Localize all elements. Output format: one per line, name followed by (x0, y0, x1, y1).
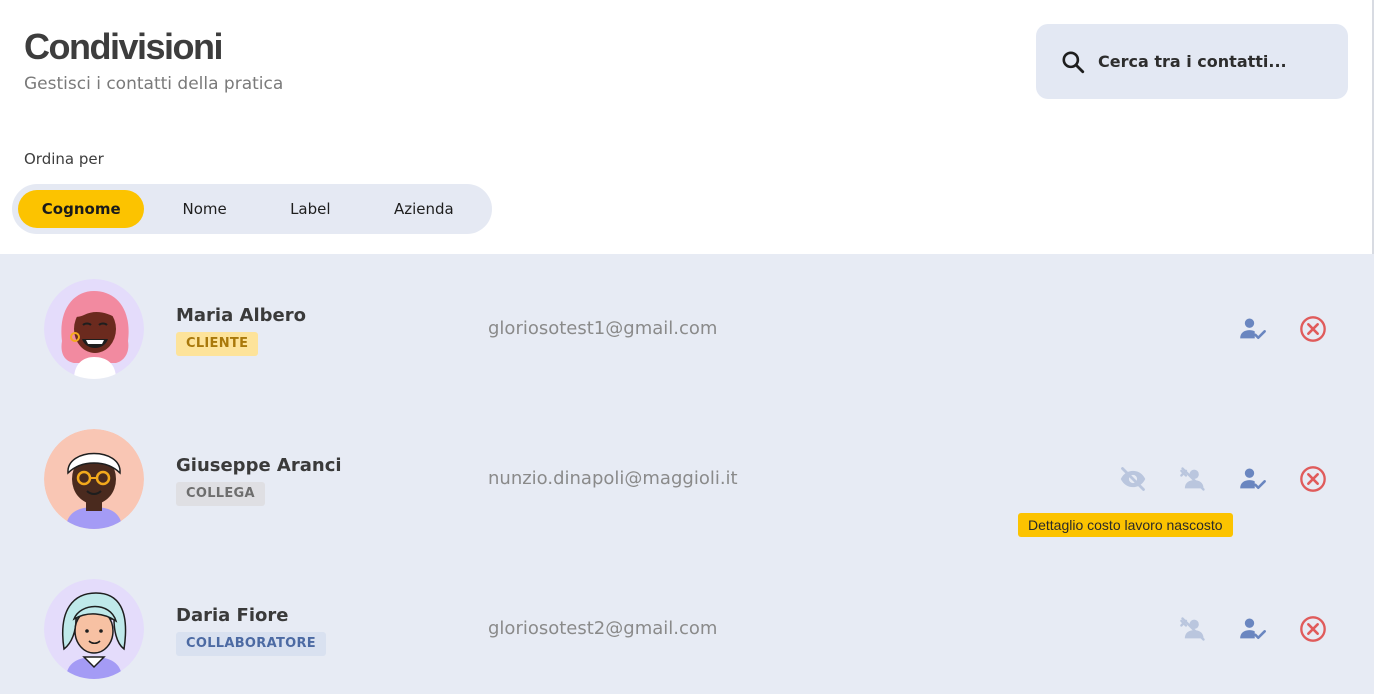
contact-label-badge: CLIENTE (176, 332, 259, 356)
contact-email: nunzio.dinapoli@maggioli.it (488, 468, 738, 489)
person-off-icon[interactable] (1178, 464, 1208, 494)
contacts-list: Maria Albero CLIENTE gloriosotest1@gmail… (0, 254, 1374, 694)
contact-name: Maria Albero (176, 305, 306, 326)
sort-option-cognome[interactable]: Cognome (18, 190, 145, 228)
sort-label: Ordina per (24, 150, 104, 168)
remove-circle-icon[interactable] (1298, 614, 1328, 644)
remove-circle-icon[interactable] (1298, 314, 1328, 344)
person-off-icon[interactable] (1178, 614, 1208, 644)
tooltip: Dettaglio costo lavoro nascosto (1018, 513, 1233, 537)
sort-option-label[interactable]: Label (265, 190, 356, 228)
page-subtitle: Gestisci i contatti della pratica (24, 74, 284, 94)
person-check-icon[interactable] (1238, 464, 1268, 494)
contact-row: Daria Fiore COLLABORATORE gloriosotest2@… (0, 554, 1374, 694)
sort-option-nome[interactable]: Nome (144, 190, 264, 228)
contact-email: gloriosotest2@gmail.com (488, 618, 718, 639)
contact-row: Maria Albero CLIENTE gloriosotest1@gmail… (0, 254, 1374, 404)
sort-options: Cognome Nome Label Azienda (12, 184, 492, 234)
avatar (44, 429, 144, 529)
contact-label-badge: COLLABORATORE (176, 632, 326, 656)
eye-off-icon[interactable] (1118, 464, 1148, 494)
contact-name: Daria Fiore (176, 605, 289, 626)
contact-label-badge: COLLEGA (176, 482, 265, 506)
avatar (44, 279, 144, 379)
person-check-icon[interactable] (1238, 314, 1268, 344)
contact-email: gloriosotest1@gmail.com (488, 318, 718, 339)
search-placeholder: Cerca tra i contatti... (1098, 52, 1287, 71)
search-input[interactable]: Cerca tra i contatti... (1036, 24, 1348, 99)
remove-circle-icon[interactable] (1298, 464, 1328, 494)
search-icon (1062, 50, 1085, 73)
avatar (44, 579, 144, 679)
person-check-icon[interactable] (1238, 614, 1268, 644)
contact-name: Giuseppe Aranci (176, 455, 342, 476)
sort-option-azienda[interactable]: Azienda (356, 190, 492, 228)
page-title: Condivisioni (24, 26, 224, 67)
